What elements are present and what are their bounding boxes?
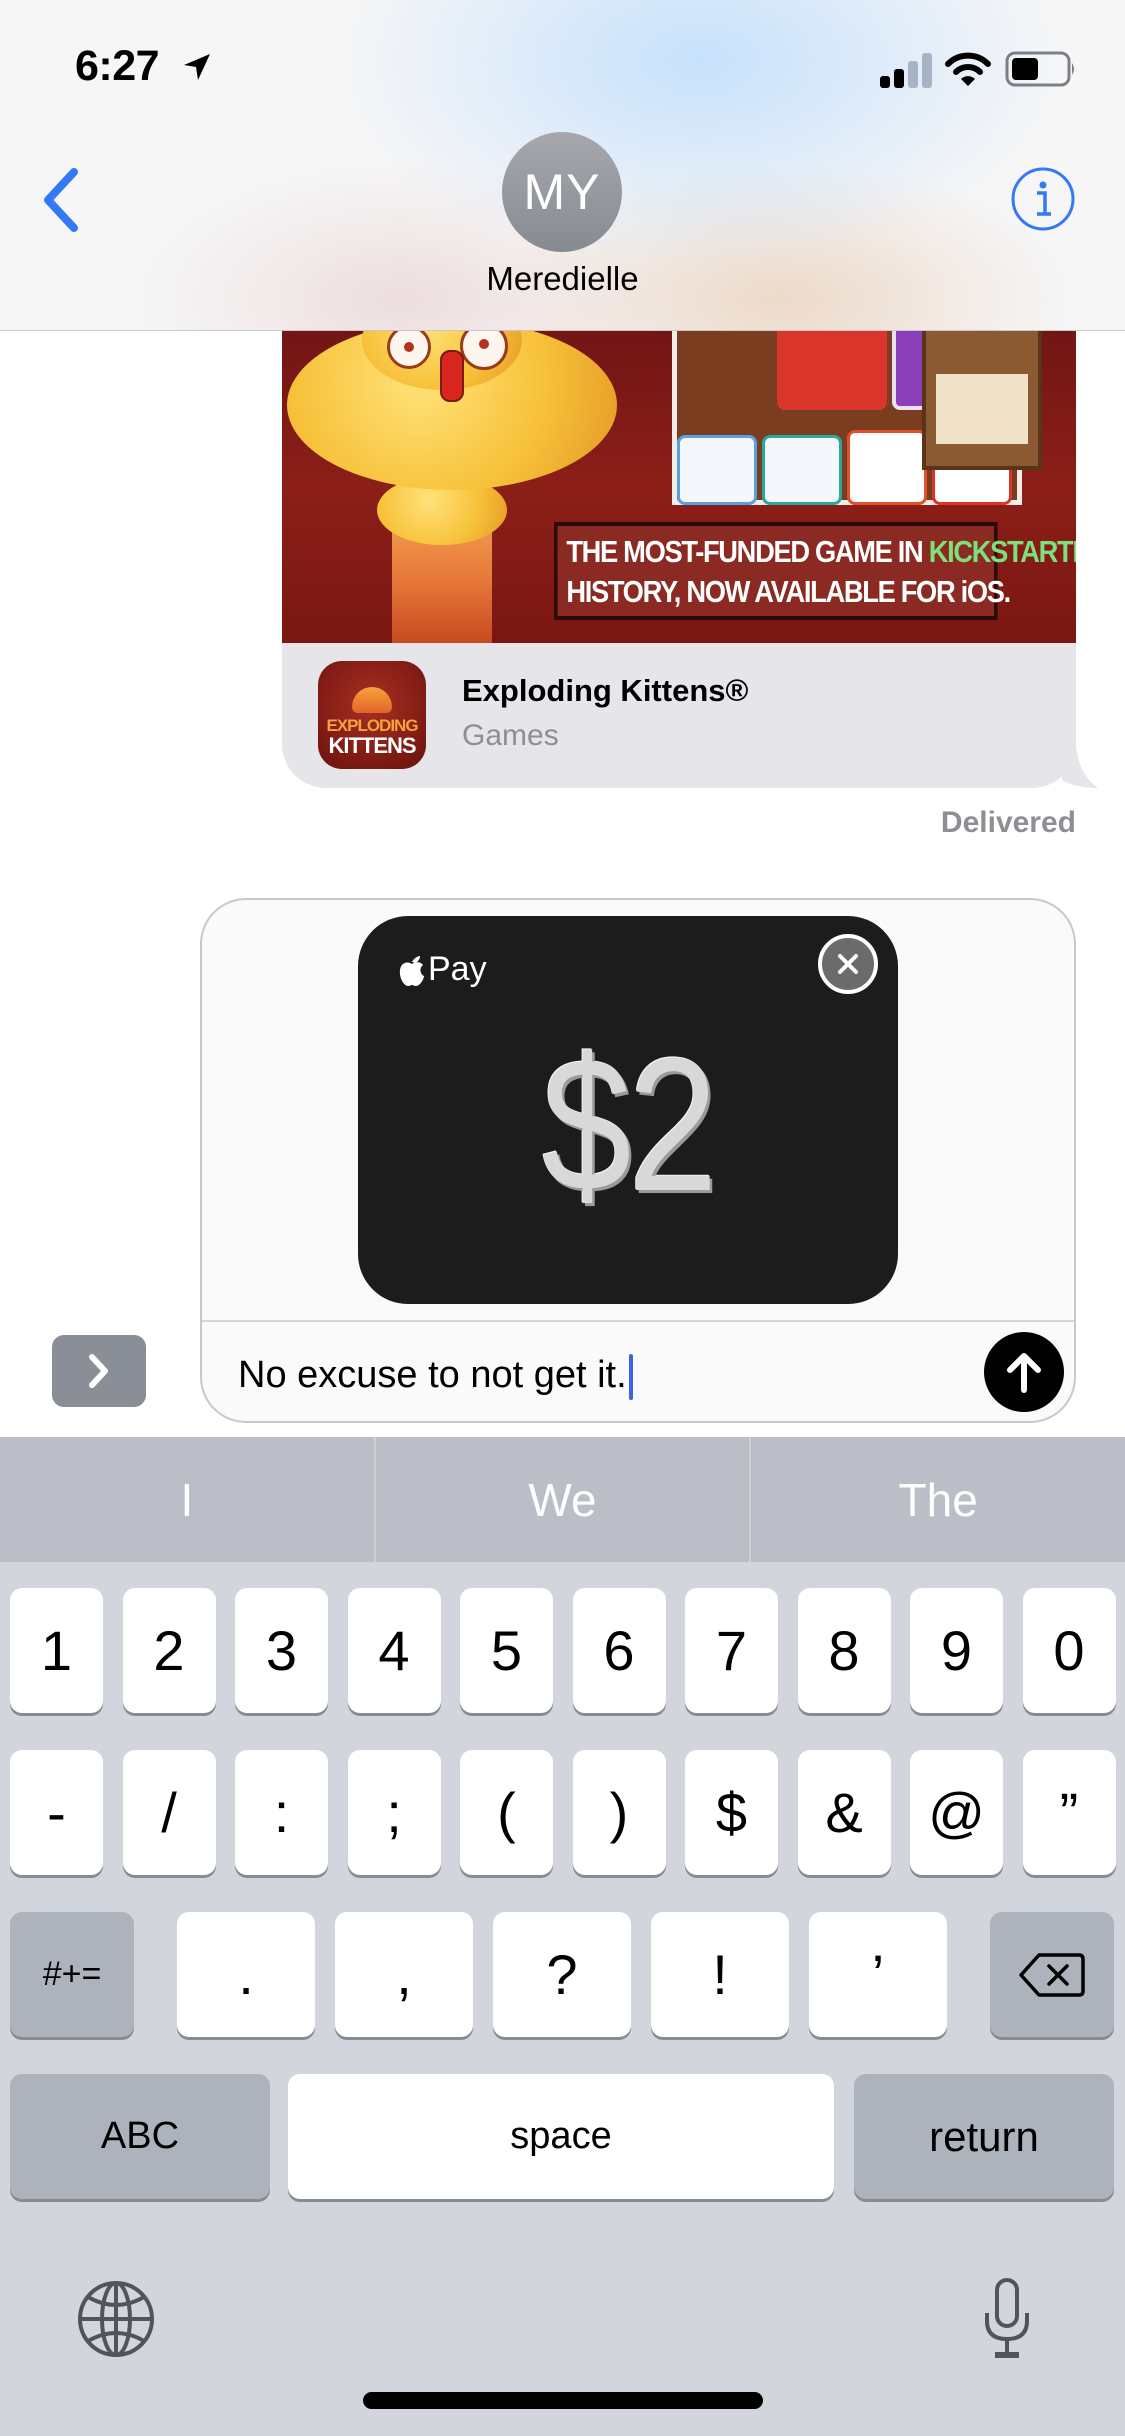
back-button[interactable] — [30, 160, 90, 240]
message-input[interactable]: No excuse to not get it. — [238, 1340, 938, 1410]
promo-line-2: HISTORY, NOW AVAILABLE FOR iOS. — [566, 574, 1011, 609]
app-store-message-bubble[interactable]: THE MOST-FUNDED GAME IN KICKSTARTER HIST… — [282, 300, 1076, 788]
compose-divider — [202, 1320, 1074, 1322]
text-caret — [628, 1353, 633, 1400]
key[interactable]: 4 — [347, 1588, 441, 1713]
card-draw-bottom — [762, 435, 842, 505]
apple-logo-icon — [399, 955, 424, 986]
return-key[interactable]: return — [854, 2074, 1114, 2199]
key-row-numbers: 1234567890 — [0, 1588, 1125, 1713]
key[interactable]: ’ — [809, 1912, 947, 2037]
contact-avatar[interactable]: MY — [502, 132, 622, 252]
key[interactable]: & — [797, 1750, 891, 1875]
key[interactable]: 2 — [122, 1588, 216, 1713]
signal-bar — [880, 76, 890, 88]
space-key[interactable]: space — [288, 2074, 834, 2199]
send-button[interactable] — [984, 1332, 1064, 1412]
key-row-symbols: - /:;() $ & @” — [0, 1750, 1125, 1875]
promo-banner: THE MOST-FUNDED GAME IN KICKSTARTER HIST… — [554, 522, 1076, 620]
cat-mouth — [440, 350, 464, 402]
app-name: Exploding Kittens® — [462, 673, 749, 708]
signal-icon — [880, 53, 932, 88]
signal-bar — [894, 69, 904, 88]
app-category: Games — [462, 719, 559, 752]
wifi-icon — [945, 52, 991, 86]
backspace-icon — [1019, 1952, 1085, 1997]
globe-key[interactable] — [76, 2279, 156, 2359]
delivery-status: Delivered — [940, 806, 1076, 839]
key[interactable]: 6 — [572, 1588, 666, 1713]
key[interactable]: ) — [572, 1750, 666, 1875]
message-compose-box[interactable]: Pay $2 No excuse to not get it. — [200, 898, 1076, 1423]
promo-image: THE MOST-FUNDED GAME IN KICKSTARTER HIST… — [282, 300, 1076, 643]
key[interactable]: $ — [685, 1750, 778, 1875]
bubble-tail — [1062, 740, 1098, 788]
key[interactable]: 1 — [10, 1588, 103, 1713]
key[interactable]: ; — [347, 1750, 441, 1875]
remove-payment-button[interactable] — [818, 934, 878, 994]
key[interactable]: @ — [910, 1750, 1003, 1875]
key[interactable]: . — [177, 1912, 315, 2037]
suggestion[interactable]: We — [376, 1437, 752, 1562]
app-icon: EXPLODING KITTENS — [318, 661, 426, 769]
chevron-left-icon — [44, 168, 78, 232]
home-indicator[interactable] — [363, 2392, 763, 2409]
key[interactable]: 9 — [910, 1588, 1003, 1713]
apple-pay-card[interactable]: Pay $2 — [358, 916, 898, 1304]
payment-amount[interactable]: $2 — [399, 1016, 858, 1234]
location-arrow-icon — [184, 54, 210, 80]
info-circle-icon — [1011, 167, 1075, 231]
key[interactable]: ( — [460, 1750, 553, 1875]
signal-bar — [922, 53, 932, 88]
info-button[interactable] — [1010, 166, 1076, 232]
app-card[interactable]: EXPLODING KITTENS Exploding Kittens® Gam… — [282, 643, 1076, 788]
key[interactable]: 8 — [797, 1588, 891, 1713]
dictation-key[interactable] — [982, 2277, 1032, 2361]
apple-pay-brand: Pay — [428, 950, 487, 988]
promo-highlight: KICKSTARTER — [928, 534, 1076, 569]
key-row-punctuation: #+= .,?!’ — [0, 1912, 1125, 2037]
key[interactable]: / — [122, 1750, 216, 1875]
arrow-up-icon — [1007, 1353, 1041, 1393]
key[interactable]: , — [335, 1912, 473, 2037]
status-time: 6:27 — [75, 42, 160, 90]
key[interactable]: 0 — [1022, 1588, 1116, 1713]
signal-bar — [908, 61, 918, 88]
key[interactable]: 7 — [685, 1588, 778, 1713]
card-cat-butt — [847, 430, 927, 505]
predictive-bar: I We The — [0, 1437, 1125, 1562]
battery-level — [1012, 58, 1038, 80]
app-icon-text-2: KITTENS — [328, 733, 416, 758]
key[interactable]: - — [10, 1750, 103, 1875]
key[interactable]: ? — [493, 1912, 631, 2037]
key[interactable]: : — [235, 1750, 328, 1875]
app-drawer-button[interactable] — [52, 1335, 146, 1407]
close-icon — [838, 954, 858, 974]
keyboard: I We The 1234567890 - /:;() $ & @” #+= .,?!’… — [0, 1437, 1125, 2436]
backspace-key[interactable] — [990, 1912, 1114, 2037]
abc-key[interactable]: ABC — [10, 2074, 270, 2199]
key-row-bottom: ABC space return — [0, 2074, 1125, 2199]
apple-pay-logo: Pay — [398, 950, 487, 989]
key[interactable]: ! — [651, 1912, 789, 2037]
conversation-header: 6:27 MY Meredielle — [0, 0, 1125, 331]
message-input-text: No excuse to not get it. — [238, 1354, 627, 1396]
battery-icon — [1005, 51, 1074, 87]
chevron-right-icon — [89, 1354, 108, 1388]
contact-name[interactable]: Meredielle — [0, 260, 1125, 298]
cat-icon — [352, 687, 392, 713]
suggestion[interactable]: I — [0, 1437, 376, 1562]
cat-eye-left — [387, 325, 431, 369]
key[interactable]: 5 — [460, 1588, 553, 1713]
key[interactable]: 3 — [235, 1588, 328, 1713]
card-skip — [677, 435, 757, 505]
globe-icon — [78, 2281, 154, 2357]
suggestion[interactable]: The — [751, 1437, 1125, 1562]
microphone-icon — [985, 2278, 1029, 2358]
promo-line-1: THE MOST-FUNDED GAME IN — [566, 534, 929, 569]
more-symbols-key[interactable]: #+= — [10, 1912, 134, 2037]
key[interactable]: ” — [1022, 1750, 1116, 1875]
